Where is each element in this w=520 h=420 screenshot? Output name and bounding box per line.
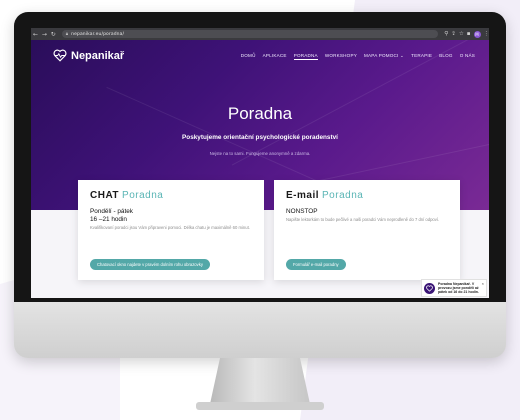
monitor-chin <box>14 302 506 358</box>
lock-icon: 🔒︎ <box>65 32 69 37</box>
nav-item-mapa-pomoci[interactable]: MAPA POMOCI ⌄ <box>364 53 404 60</box>
heart-pulse-icon <box>53 49 67 62</box>
nav-item-blog[interactable]: BLOG <box>439 53 453 60</box>
chat-description: Kvalifikovaní poradci jsou Vám připraven… <box>90 225 250 230</box>
nav-item-domu[interactable]: DOMŮ <box>241 53 256 60</box>
browser-actions: ⚲ ⇪ ☆ ▪ M ⋮ <box>444 30 489 38</box>
url-text: nepanikar.eu/poradna/ <box>71 31 125 37</box>
reload-icon[interactable]: ↻ <box>49 31 58 38</box>
email-card-title: E-mail Poradna <box>286 190 448 201</box>
star-icon[interactable]: ☆ <box>459 31 464 37</box>
chat-card: CHAT Poradna Pondělí - pátek 16 –21 hodin… <box>78 180 264 280</box>
email-description: Napište lektorkám to bude pečlivé a naši… <box>286 217 440 222</box>
nav-item-poradna[interactable]: PORADNA <box>293 53 318 60</box>
back-icon[interactable]: ← <box>31 31 40 38</box>
address-bar[interactable]: 🔒︎ nepanikar.eu/poradna/ <box>61 30 439 38</box>
chat-avatar <box>424 282 435 294</box>
chat-card-title-light: Poradna <box>122 190 164 201</box>
forward-icon[interactable]: → <box>40 31 49 38</box>
nav-item-terapie[interactable]: TERAPIE <box>411 53 432 60</box>
search-icon[interactable]: ⚲ <box>444 31 448 37</box>
page-note: Nejste na to sami. Fungujeme anonymně a … <box>209 151 311 156</box>
email-card: E-mail Poradna NONSTOP Napište lektorkám … <box>274 180 460 280</box>
heart-pulse-icon <box>426 285 433 292</box>
chat-hours: 16 –21 hodin <box>90 216 127 223</box>
main-navigation: DOMŮ APLIKACE PORADNA WORKSHOPY MAPA POM… <box>241 53 475 60</box>
share-icon[interactable]: ⇪ <box>451 31 456 37</box>
chat-notification[interactable]: Poradna Nepanikař. V provozu jsme ponděl… <box>421 279 487 297</box>
chat-card-title: CHAT Poradna <box>90 190 252 201</box>
email-form-button[interactable]: Formulář e-mail poradny <box>286 259 346 270</box>
logo-text: Nepanikař <box>71 49 125 62</box>
email-card-title-bold: E-mail <box>286 190 320 201</box>
browser-toolbar: ← → ↻ 🔒︎ nepanikar.eu/poradna/ ⚲ ⇪ ☆ ▪ M… <box>31 28 489 40</box>
chat-notification-text: Poradna Nepanikař. V provozu jsme ponděl… <box>438 281 479 295</box>
email-availability: NONSTOP <box>286 208 318 215</box>
profile-icon[interactable]: M <box>473 30 481 38</box>
nav-item-aplikace[interactable]: APLIKACE <box>263 53 287 60</box>
screen: ← → ↻ 🔒︎ nepanikar.eu/poradna/ ⚲ ⇪ ☆ ▪ M… <box>31 28 489 298</box>
chat-days: Pondělí - pátek <box>90 208 133 215</box>
close-icon[interactable]: × <box>482 281 484 286</box>
page-subtitle: Poskytujeme orientační psychologické por… <box>182 134 338 141</box>
site-logo[interactable]: Nepanikař <box>53 49 124 62</box>
nav-item-o-nas[interactable]: O NÁS <box>460 53 475 60</box>
page-title: Poradna <box>227 104 293 123</box>
extensions-icon[interactable]: ▪ <box>467 31 471 37</box>
chat-card-title-bold: CHAT <box>90 190 120 201</box>
more-icon[interactable]: ⋮ <box>484 31 489 37</box>
email-card-title-light: Poradna <box>322 190 364 201</box>
monitor-stand-base <box>196 402 324 410</box>
monitor-stand <box>210 358 310 404</box>
nav-item-workshopy[interactable]: WORKSHOPY <box>325 53 357 60</box>
chat-button[interactable]: Chatovací okno najdete v pravém dolním r… <box>90 259 210 270</box>
